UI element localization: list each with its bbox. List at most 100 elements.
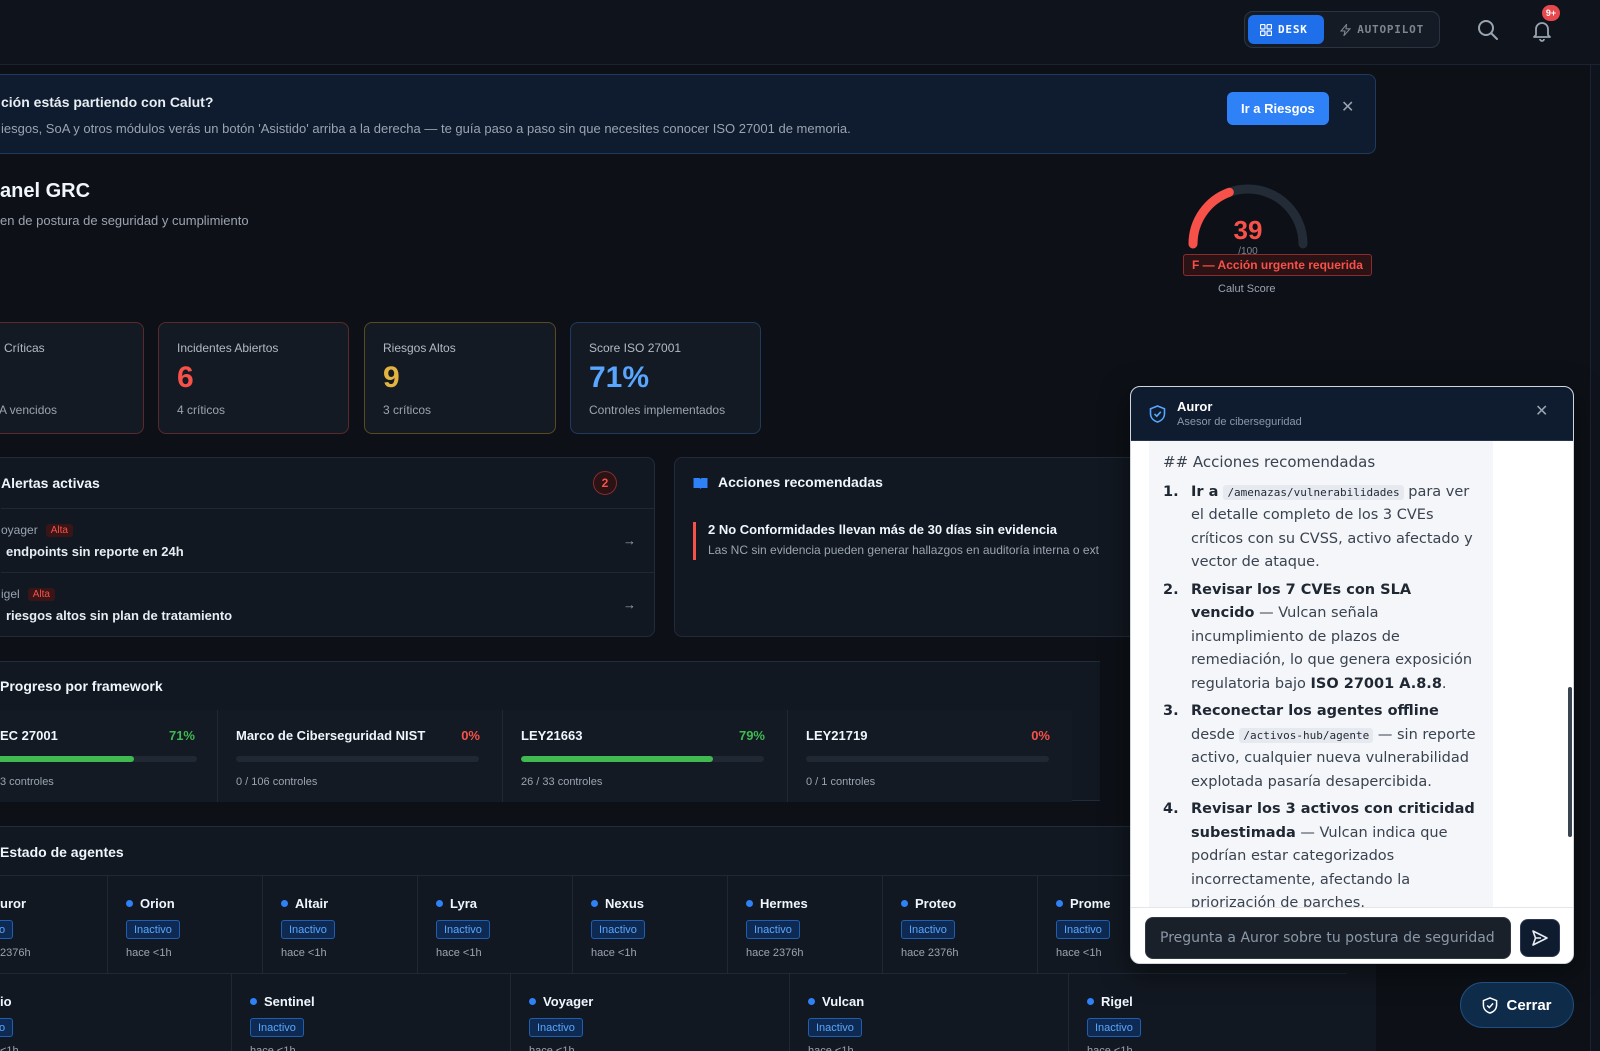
- framework-name: EC 27001: [0, 728, 58, 743]
- agent-last-seen: hace <1h: [250, 1045, 296, 1051]
- agent-cell[interactable]: Altair Inactivo hace <1h: [262, 875, 417, 973]
- auror-chat-window: Auror Asesor de ciberseguridad ✕ ## Acci…: [1130, 386, 1574, 964]
- agent-name-text: Prome: [1070, 896, 1111, 911]
- send-button[interactable]: [1520, 919, 1560, 957]
- shield-check-icon: [1483, 996, 1498, 1014]
- agent-status-badge: Inactivo: [901, 920, 955, 939]
- agent-name: Altair: [281, 896, 328, 911]
- agent-status-badge: Inactivo: [529, 1018, 583, 1037]
- agent-last-seen: hace <1h: [529, 1045, 575, 1051]
- top-bar: DESK AUTOPILOT 9+: [0, 0, 1600, 65]
- banner-close-icon[interactable]: ✕: [1341, 97, 1354, 117]
- agents-title: Estado de agentes: [0, 844, 124, 860]
- progress-fill: [521, 756, 713, 762]
- mode-toggle: DESK AUTOPILOT: [1244, 11, 1440, 48]
- bell-icon[interactable]: [1530, 18, 1554, 42]
- search-icon[interactable]: [1476, 18, 1500, 42]
- frameworks-title: Progreso por framework: [0, 678, 163, 694]
- agent-status-badge: tivo: [0, 1018, 14, 1037]
- framework-pct: 71%: [168, 728, 195, 743]
- framework-pct: 0%: [1031, 728, 1050, 743]
- status-dot-icon: [126, 900, 133, 907]
- stat-label: Riesgos Altos: [383, 341, 456, 355]
- mode-autopilot-button[interactable]: AUTOPILOT: [1328, 15, 1436, 44]
- agent-cell[interactable]: Rigel Inactivo hace <1h: [1068, 973, 1347, 1051]
- mode-autopilot-label: AUTOPILOT: [1357, 23, 1424, 36]
- agent-cell[interactable]: Nexus Inactivo hace <1h: [572, 875, 727, 973]
- status-dot-icon: [281, 900, 288, 907]
- progress-track: [0, 756, 197, 762]
- notification-badge: 9+: [1542, 5, 1560, 21]
- agent-cell[interactable]: Sentinel Inactivo hace <1h: [231, 973, 510, 1051]
- agent-cell[interactable]: Orion Inactivo hace <1h: [107, 875, 262, 973]
- stat-card-iso-score[interactable]: Score ISO 27001 71% Controles implementa…: [570, 322, 761, 434]
- agent-status-badge: Inactivo: [126, 920, 180, 939]
- agent-name: Vulcan: [808, 994, 864, 1009]
- agent-cell[interactable]: Voyager Inactivo hace <1h: [510, 973, 789, 1051]
- chat-title: Auror: [1177, 399, 1213, 414]
- close-chat-button[interactable]: Cerrar: [1460, 982, 1574, 1028]
- agent-name: Voyager: [529, 994, 593, 1009]
- agent-name-text: Orion: [140, 896, 175, 911]
- framework-card[interactable]: EC 27001 71% 3 controles: [0, 710, 217, 802]
- agent-last-seen: <1h: [0, 1045, 19, 1051]
- agent-name: Proteo: [901, 896, 956, 911]
- alerts-panel: Alertas activas 2 oyager Alta endpoints …: [0, 457, 655, 637]
- status-dot-icon: [436, 900, 443, 907]
- framework-card[interactable]: Marco de Ciberseguridad NIST 0% 0 / 106 …: [217, 710, 502, 802]
- framework-sub: 3 controles: [0, 776, 54, 788]
- framework-card[interactable]: LEY21663 79% 26 / 33 controles: [502, 710, 787, 802]
- framework-card[interactable]: LEY21719 0% 0 / 1 controles: [787, 710, 1072, 802]
- item-lead: Reconectar los agentes offline: [1191, 703, 1439, 719]
- status-dot-icon: [808, 998, 815, 1005]
- agent-cell[interactable]: Hermes Inactivo hace 2376h: [727, 875, 882, 973]
- chat-close-icon[interactable]: ✕: [1535, 401, 1548, 421]
- grid-icon: [1260, 23, 1272, 36]
- onboarding-banner: ción estás partiendo con Calut? iesgos, …: [0, 74, 1376, 154]
- alerts-title: Alertas activas: [1, 475, 100, 491]
- stat-label: Críticas: [4, 341, 45, 355]
- agent-name-text: Rigel: [1101, 994, 1133, 1009]
- agent-cell[interactable]: Vulcan Inactivo hace <1h: [789, 973, 1068, 1051]
- agent-cell[interactable]: Proteo Inactivo hace 2376h: [882, 875, 1037, 973]
- agent-status-badge: Inactivo: [281, 920, 335, 939]
- framework-sub: 26 / 33 controles: [521, 776, 603, 788]
- item-lead: Ir a: [1191, 483, 1224, 500]
- stat-card-incidents[interactable]: Incidentes Abiertos 6 4 críticos: [158, 322, 349, 434]
- alert-text: endpoints sin reporte en 24h: [6, 544, 184, 559]
- alert-row[interactable]: oyager Alta endpoints sin reporte en 24h…: [1, 508, 654, 572]
- agent-cell[interactable]: Lyra Inactivo hace <1h: [417, 875, 572, 973]
- chat-scrollbar[interactable]: [1568, 687, 1572, 837]
- agent-name: uror: [0, 896, 26, 911]
- framework-pct: 0%: [461, 728, 480, 743]
- status-dot-icon: [591, 900, 598, 907]
- agent-name-text: uror: [0, 896, 26, 911]
- page-subtitle: en de postura de seguridad y cumplimient…: [0, 213, 249, 228]
- agent-status-badge: Inactivo: [591, 920, 645, 939]
- agent-name-text: Hermes: [760, 896, 808, 911]
- go-to-risks-button[interactable]: Ir a Riesgos: [1227, 92, 1329, 125]
- chat-message: ## Acciones recomendadas 1. Ir a /amenaza…: [1149, 441, 1493, 907]
- stat-label: Incidentes Abiertos: [177, 341, 279, 355]
- chat-input[interactable]: [1145, 917, 1511, 959]
- scroll-rail[interactable]: [1590, 65, 1600, 1051]
- alert-row[interactable]: igel Alta riesgos altos sin plan de trat…: [1, 572, 654, 636]
- recommended-item[interactable]: 2 No Conformidades llevan más de 30 días…: [693, 522, 1143, 560]
- status-dot-icon: [746, 900, 753, 907]
- framework-progress-section: Progreso por framework EC 27001 71% 3 co…: [0, 661, 1100, 802]
- status-dot-icon: [901, 900, 908, 907]
- chat-action-list: 1. Ir a /amenazas/vulnerabilidades para v…: [1163, 481, 1479, 908]
- agent-cell[interactable]: uror tivo 2376h: [0, 875, 107, 973]
- status-dot-icon: [250, 998, 257, 1005]
- agent-name: io: [0, 994, 12, 1009]
- agent-cell[interactable]: io tivo <1h: [0, 973, 231, 1051]
- agent-name-text: Sentinel: [264, 994, 315, 1009]
- banner-text: iesgos, SoA y otros módulos verás un bot…: [1, 121, 851, 136]
- stat-card-critical[interactable]: Críticas A vencidos: [0, 322, 144, 434]
- mode-desk-button[interactable]: DESK: [1248, 15, 1325, 44]
- stat-sub: 4 críticos: [177, 403, 226, 417]
- agent-name-text: Nexus: [605, 896, 645, 911]
- score-value: 39: [1233, 215, 1263, 245]
- agent-name-text: io: [0, 994, 12, 1009]
- stat-card-high-risks[interactable]: Riesgos Altos 9 3 críticos: [364, 322, 556, 434]
